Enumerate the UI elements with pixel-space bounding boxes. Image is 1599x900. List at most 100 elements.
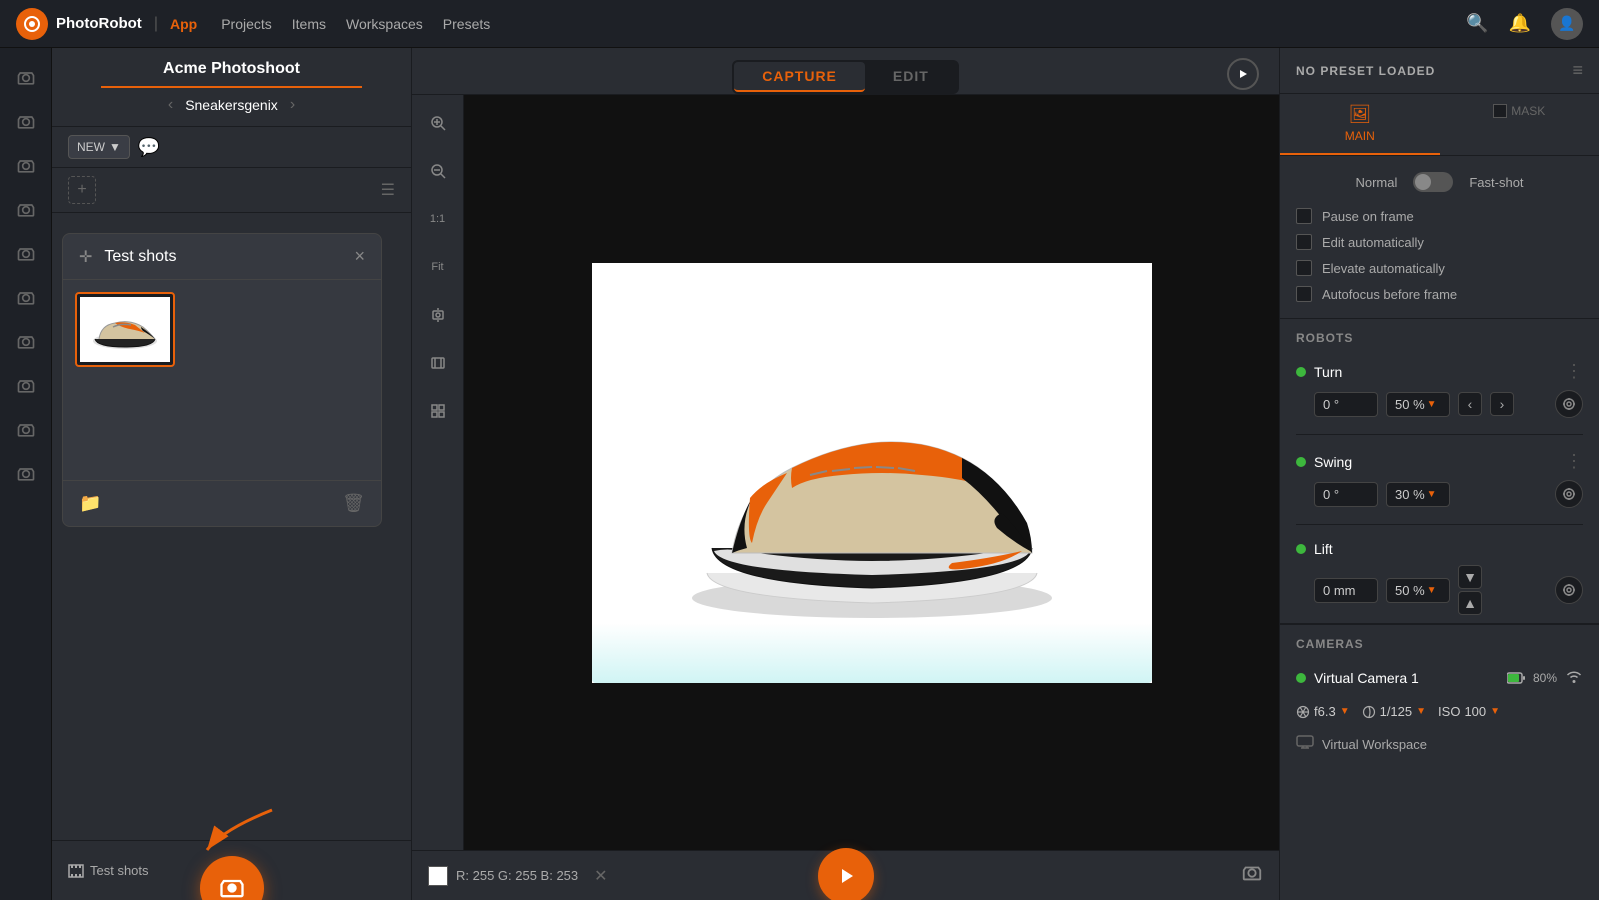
new-btn-chevron: ▼ — [109, 140, 121, 154]
turn-prev-button[interactable]: ‹ — [1458, 392, 1482, 416]
turn-separator — [1296, 434, 1583, 435]
sidebar-icon-camera-8[interactable] — [8, 368, 44, 404]
autofocus-before-frame-checkbox[interactable] — [1296, 286, 1312, 302]
shot-mode-toggle[interactable] — [1413, 172, 1453, 192]
one-to-one-button[interactable]: 1:1 — [422, 203, 454, 235]
popup-close-button[interactable]: × — [354, 246, 365, 267]
nav-projects[interactable]: Projects — [221, 16, 272, 32]
swing-pct-dropdown[interactable]: ▼ — [1427, 489, 1437, 500]
main-tab-icon: 🖼 — [1348, 104, 1371, 125]
capture-fab-button[interactable] — [200, 856, 264, 900]
play-fab-icon — [835, 865, 857, 887]
elevate-automatically-label: Elevate automatically — [1322, 261, 1445, 276]
swing-pct-field[interactable]: 30 % ▼ — [1386, 482, 1450, 507]
elevate-automatically-checkbox[interactable] — [1296, 260, 1312, 276]
swing-robot-row: Swing ⋮ 0 ° 30 % ▼ — [1280, 443, 1599, 516]
test-shot-thumbnail[interactable] — [75, 292, 175, 367]
test-shots-popup: ✛ Test shots × — [62, 233, 382, 527]
swing-robot-name: Swing — [1314, 454, 1557, 470]
turn-more-button[interactable]: ⋮ — [1565, 361, 1583, 382]
monitor-icon — [1296, 735, 1314, 754]
lift-robot-name: Lift — [1314, 541, 1583, 557]
comment-button[interactable]: 💬 — [138, 137, 160, 158]
right-tab-mask[interactable]: MASK — [1440, 94, 1599, 155]
pause-on-frame-checkbox[interactable] — [1296, 208, 1312, 224]
nav-right: 🔍 🔔 👤 — [1466, 8, 1583, 40]
user-avatar[interactable]: 👤 — [1551, 8, 1583, 40]
sidebar-icon-camera-2[interactable] — [8, 104, 44, 140]
app-name: PhotoRobot — [56, 15, 142, 32]
sidebar-icon-camera-9[interactable] — [8, 412, 44, 448]
turn-pct-field[interactable]: 50 % ▼ — [1386, 392, 1450, 417]
capture-tab[interactable]: CAPTURE — [734, 62, 865, 92]
lift-target-icon — [1562, 583, 1576, 597]
lift-down-button[interactable]: ▼ — [1458, 565, 1482, 589]
iso-dropdown[interactable]: ▼ — [1490, 706, 1500, 717]
shoe-main-svg — [632, 303, 1112, 643]
add-icon: + — [77, 181, 86, 199]
play-fab-button[interactable] — [818, 848, 874, 900]
sidebar-icon-camera-1[interactable] — [8, 60, 44, 96]
bottom-bar: R: 255 G: 255 B: 253 ✕ — [412, 850, 1279, 900]
edit-tab[interactable]: EDIT — [865, 62, 957, 92]
fit-button[interactable]: Fit — [422, 251, 454, 283]
film-button[interactable] — [422, 347, 454, 379]
sidebar-icon-camera-10[interactable] — [8, 456, 44, 492]
zoom-out-button[interactable] — [422, 155, 454, 187]
shutter-value: 1/125 — [1380, 704, 1413, 719]
folder-icon[interactable]: 📁 — [79, 493, 101, 514]
nav-workspaces[interactable]: Workspaces — [346, 16, 423, 32]
right-tab-main[interactable]: 🖼 MAIN — [1280, 94, 1440, 155]
autofocus-before-frame-label: Autofocus before frame — [1322, 287, 1457, 302]
nav-links: Projects Items Workspaces Presets — [221, 16, 490, 32]
swing-more-button[interactable]: ⋮ — [1565, 451, 1583, 472]
turn-pct-dropdown[interactable]: ▼ — [1427, 399, 1437, 410]
mask-checkbox[interactable] — [1493, 104, 1507, 118]
filmstrip-icon — [68, 863, 84, 879]
search-icon[interactable]: 🔍 — [1466, 13, 1488, 34]
turn-target-button[interactable] — [1555, 390, 1583, 418]
main-layout: Acme Photoshoot ‹ Sneakersgenix › NEW ▼ … — [0, 48, 1599, 900]
swing-target-icon — [1562, 487, 1576, 501]
play-top-button[interactable] — [1227, 58, 1259, 90]
new-button[interactable]: NEW ▼ — [68, 135, 130, 159]
logo-divider: | — [154, 15, 158, 33]
sidebar-icon-camera-7[interactable] — [8, 324, 44, 360]
left-panel: Acme Photoshoot ‹ Sneakersgenix › NEW ▼ … — [52, 48, 412, 900]
nav-items[interactable]: Items — [292, 16, 326, 32]
next-project-btn[interactable]: › — [290, 96, 295, 114]
main-tab-label: MAIN — [1345, 129, 1375, 143]
grid-button[interactable] — [422, 395, 454, 427]
shutter-dropdown[interactable]: ▼ — [1416, 706, 1426, 717]
add-item-button[interactable]: + — [68, 176, 96, 204]
sidebar-icon-camera-6[interactable] — [8, 280, 44, 316]
color-close-button[interactable]: ✕ — [594, 866, 607, 886]
swing-target-button[interactable] — [1555, 480, 1583, 508]
edit-automatically-checkbox[interactable] — [1296, 234, 1312, 250]
flash-button[interactable] — [422, 299, 454, 331]
sidebar-icon-camera-3[interactable] — [8, 148, 44, 184]
nav-presets[interactable]: Presets — [443, 16, 490, 32]
lift-up-button[interactable]: ▲ — [1458, 591, 1482, 615]
bell-icon[interactable]: 🔔 — [1509, 13, 1531, 34]
turn-next-button[interactable]: › — [1490, 392, 1514, 416]
sort-button[interactable]: ☰ — [381, 180, 395, 200]
delete-icon[interactable]: 🗑 — [342, 493, 365, 514]
lift-mm-field[interactable]: 0 mm — [1314, 578, 1378, 603]
right-panel-menu[interactable]: ≡ — [1572, 60, 1583, 81]
zoom-in-button[interactable] — [422, 107, 454, 139]
lift-pct-field[interactable]: 50 % ▼ — [1386, 578, 1450, 603]
lift-target-button[interactable] — [1555, 576, 1583, 604]
camera-bottom-button[interactable] — [1241, 862, 1263, 890]
turn-degree-field[interactable]: 0 ° — [1314, 392, 1378, 417]
pause-on-frame-label: Pause on frame — [1322, 209, 1414, 224]
sidebar-icon-camera-5[interactable] — [8, 236, 44, 272]
aperture-dropdown[interactable]: ▼ — [1340, 706, 1350, 717]
sidebar-icon-camera-4[interactable] — [8, 192, 44, 228]
aperture-value: f6.3 — [1314, 704, 1336, 719]
image-white-bg — [592, 263, 1152, 683]
mask-checkbox-row: MASK — [1493, 104, 1545, 118]
lift-pct-dropdown[interactable]: ▼ — [1427, 585, 1437, 596]
prev-project-btn[interactable]: ‹ — [168, 96, 173, 114]
swing-degree-field[interactable]: 0 ° — [1314, 482, 1378, 507]
